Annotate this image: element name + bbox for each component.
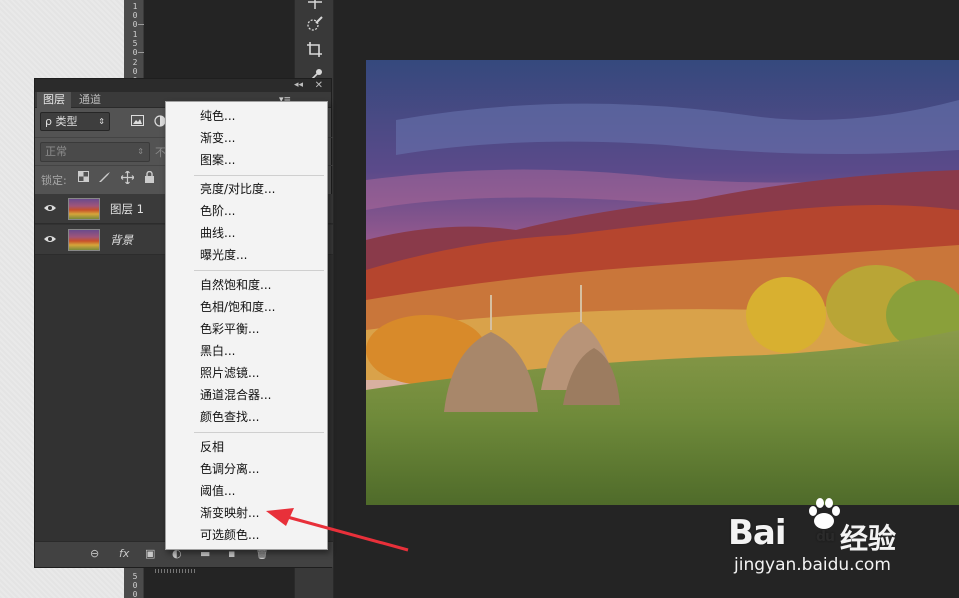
menu-item-color-balance[interactable]: 色彩平衡... bbox=[166, 318, 327, 340]
panel-titlebar: ◂◂ ✕ bbox=[35, 79, 331, 92]
select-arrow-icon: ⇕ bbox=[137, 147, 144, 156]
lock-transparent-pixels-icon[interactable] bbox=[78, 171, 89, 185]
menu-item-black-white[interactable]: 黑白... bbox=[166, 340, 327, 362]
layer-thumbnail bbox=[68, 229, 100, 251]
menu-item-exposure[interactable]: 曝光度... bbox=[166, 244, 327, 266]
watermark-url: jingyan.baidu.com bbox=[734, 555, 891, 575]
watermark-logo-du: du bbox=[816, 529, 835, 545]
baidu-paw-icon bbox=[809, 498, 840, 529]
link-layers-icon[interactable]: ⊖ bbox=[90, 547, 99, 560]
select-arrow-icon: ⇕ bbox=[98, 117, 105, 126]
annotation-arrow bbox=[266, 508, 409, 552]
ruler-tick bbox=[138, 24, 144, 25]
layer-name: 背景 bbox=[110, 233, 133, 247]
add-layer-style-icon[interactable]: fx bbox=[119, 547, 129, 560]
lock-all-icon[interactable] bbox=[144, 170, 155, 187]
menu-item-brightness-contrast[interactable]: 亮度/对比度... bbox=[166, 178, 327, 200]
watermark-jingyan: 经验 bbox=[840, 522, 897, 555]
quick-selection-tool-icon[interactable] bbox=[303, 12, 327, 36]
ruler-label: 500 bbox=[132, 572, 138, 598]
document-image bbox=[366, 60, 959, 505]
layer-thumbnail bbox=[68, 198, 100, 220]
blend-mode-value: 正常 bbox=[45, 145, 67, 158]
close-panel-icon[interactable]: ✕ bbox=[315, 79, 323, 92]
menu-item-pattern[interactable]: 图案... bbox=[166, 149, 327, 171]
menu-item-photo-filter[interactable]: 照片滤镜... bbox=[166, 362, 327, 384]
menu-separator bbox=[194, 175, 324, 176]
visibility-eye-icon[interactable] bbox=[43, 232, 57, 246]
watermark-logo: Bai bbox=[728, 513, 787, 553]
blend-mode-select[interactable]: 正常 ⇕ bbox=[40, 142, 150, 162]
new-adjustment-layer-menu: 纯色... 渐变... 图案... 亮度/对比度... 色阶... 曲线... … bbox=[165, 101, 328, 550]
lock-position-icon[interactable] bbox=[120, 170, 135, 187]
menu-separator bbox=[194, 270, 324, 271]
menu-separator bbox=[194, 432, 324, 433]
tab-layers[interactable]: 图层 bbox=[37, 92, 71, 108]
layer-name: 图层 1 bbox=[110, 202, 144, 216]
tab-channels[interactable]: 通道 bbox=[73, 92, 107, 108]
filter-kind-select[interactable]: ρ 类型 ⇕ bbox=[40, 112, 110, 131]
menu-item-levels[interactable]: 色阶... bbox=[166, 200, 327, 222]
menu-item-gradient[interactable]: 渐变... bbox=[166, 127, 327, 149]
filter-kind-label: ρ 类型 bbox=[45, 115, 78, 128]
menu-item-vibrance[interactable]: 自然饱和度... bbox=[166, 274, 327, 296]
baidu-jingyan-watermark: Bai du 经验 jingyan.baidu.com bbox=[728, 495, 938, 585]
menu-item-invert[interactable]: 反相 bbox=[166, 436, 327, 458]
menu-item-color-lookup[interactable]: 颜色查找... bbox=[166, 406, 327, 428]
menu-item-posterize[interactable]: 色调分离... bbox=[166, 458, 327, 480]
collapse-panel-icon[interactable]: ◂◂ bbox=[294, 79, 303, 92]
ruler-tick bbox=[138, 52, 144, 53]
menu-item-curves[interactable]: 曲线... bbox=[166, 222, 327, 244]
menu-item-solid-color[interactable]: 纯色... bbox=[166, 105, 327, 127]
menu-item-channel-mixer[interactable]: 通道混合器... bbox=[166, 384, 327, 406]
filter-pixel-layer-icon[interactable] bbox=[131, 115, 144, 129]
visibility-eye-icon[interactable] bbox=[43, 201, 57, 215]
lock-label: 锁定: bbox=[41, 174, 67, 187]
add-mask-icon[interactable]: ▣ bbox=[145, 547, 155, 560]
menu-item-hue-saturation[interactable]: 色相/饱和度... bbox=[166, 296, 327, 318]
lock-image-pixels-icon[interactable] bbox=[98, 171, 112, 186]
panel-resize-grip[interactable] bbox=[155, 569, 195, 573]
crop-tool-icon[interactable] bbox=[303, 38, 327, 62]
menu-item-threshold[interactable]: 阈值... bbox=[166, 480, 327, 502]
